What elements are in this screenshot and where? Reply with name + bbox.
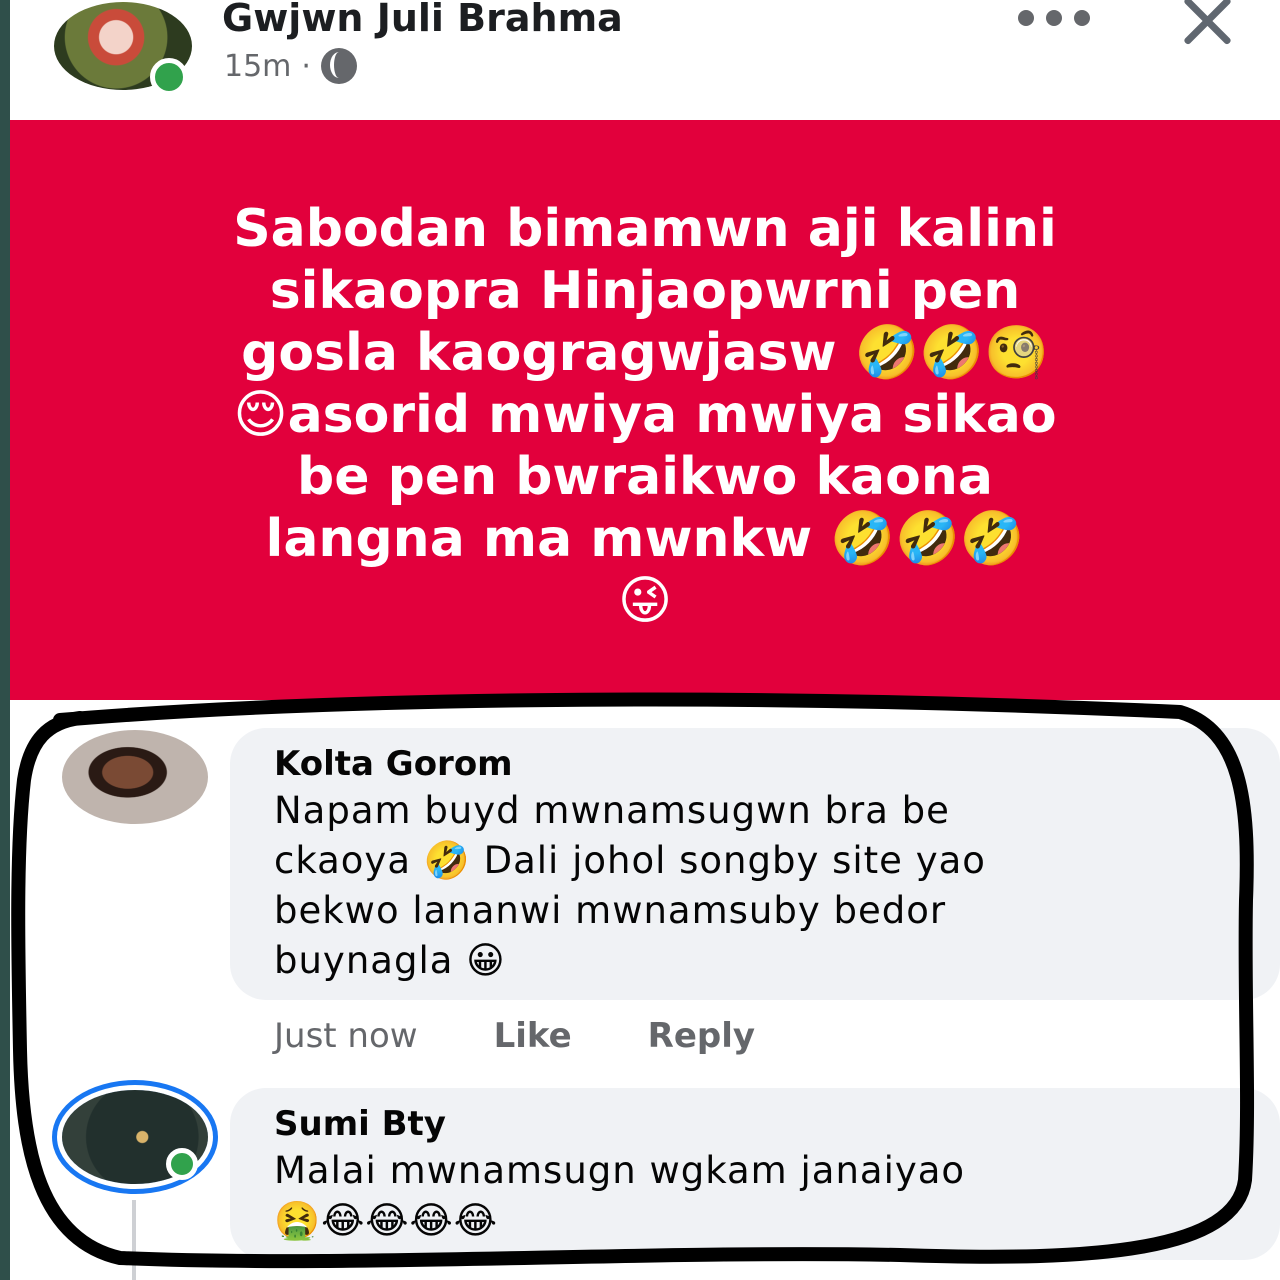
comment-actions: Just now Like Reply	[274, 1016, 755, 1056]
post-body-text: Sabodan bimamwn aji kalini sikaopra Hinj…	[233, 199, 1057, 631]
commenter-avatar[interactable]	[62, 1090, 208, 1184]
online-status-dot	[150, 58, 188, 96]
post-header: Gwjwn Juli Brahma 15m ·	[10, 0, 1280, 120]
comment-bubble: Sumi Bty Malai mwnamsugn wgkam janaiyao …	[230, 1088, 1280, 1260]
post-author-name[interactable]: Gwjwn Juli Brahma	[222, 0, 623, 40]
comments-section: Kolta Gorom Napam buyd mwnamsugwn bra be…	[10, 700, 1280, 1280]
post-meta: 15m ·	[224, 48, 357, 84]
post-time[interactable]: 15m	[224, 49, 291, 84]
thread-line	[132, 1200, 136, 1280]
author-avatar[interactable]	[54, 2, 192, 96]
comment-author[interactable]: Sumi Bty	[274, 1102, 1234, 1146]
comment-time: Just now	[274, 1016, 418, 1056]
commenter-avatar[interactable]	[62, 730, 208, 824]
comment-bubble: Kolta Gorom Napam buyd mwnamsugwn bra be…	[230, 728, 1280, 1000]
comment-text: Malai mwnamsugn wgkam janaiyao 🤮😂😂😂😂	[274, 1149, 966, 1242]
comment-text: Napam buyd mwnamsugwn bra be ckaoya 🤣 Da…	[274, 789, 986, 982]
facebook-post-screen: Gwjwn Juli Brahma 15m · Sabodan bimamwn …	[10, 0, 1280, 1280]
online-status-dot	[166, 1148, 198, 1180]
meta-separator: ·	[301, 48, 311, 84]
more-dots-icon[interactable]	[1018, 8, 1090, 28]
globe-icon	[320, 48, 357, 84]
close-icon[interactable]	[1176, 0, 1240, 54]
comment-author[interactable]: Kolta Gorom	[274, 742, 1234, 786]
like-button[interactable]: Like	[494, 1016, 572, 1056]
text-post-card: Sabodan bimamwn aji kalini sikaopra Hinj…	[10, 120, 1280, 700]
reply-button[interactable]: Reply	[648, 1016, 755, 1056]
